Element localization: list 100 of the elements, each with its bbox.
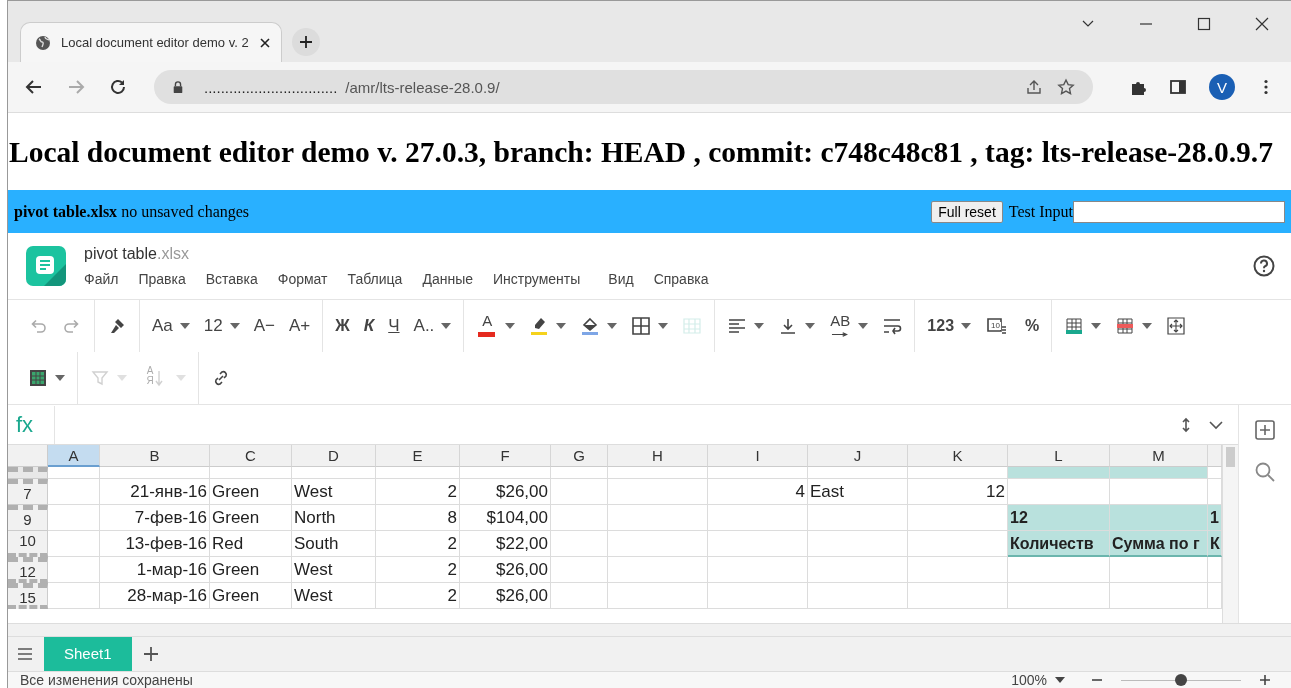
menu-item[interactable]: Правка [138, 271, 186, 287]
lock-icon [172, 81, 184, 93]
caret-icon[interactable] [607, 323, 618, 329]
zoom-dropdown[interactable]: 100% [1011, 672, 1065, 688]
row-header[interactable]: 9 [8, 505, 48, 531]
arrow-icon [831, 332, 849, 337]
row-header[interactable]: 12 [8, 557, 48, 583]
toolbar-button[interactable]: Ж [332, 311, 353, 341]
table-cell: 4 [708, 479, 808, 505]
merge-cells-icon [682, 316, 703, 336]
caret-icon[interactable] [1142, 323, 1153, 329]
column-header[interactable]: D [292, 445, 376, 467]
caret-icon[interactable] [858, 323, 869, 329]
column-header[interactable]: B [100, 445, 210, 467]
zoom-in-icon[interactable] [1259, 674, 1271, 686]
toolbar-button[interactable]: AB [826, 311, 872, 341]
caret-icon[interactable] [805, 323, 816, 329]
avatar[interactable]: V [1209, 74, 1235, 100]
full-reset-button[interactable]: Full reset [931, 200, 1003, 223]
caret-icon[interactable] [961, 323, 972, 329]
menu-item[interactable]: Данные [422, 271, 473, 287]
toolbar-button[interactable]: 123 [924, 311, 975, 341]
horizontal-scrollbar[interactable] [8, 623, 1291, 637]
color-bar-icon [478, 332, 496, 337]
column-header[interactable]: J [808, 445, 908, 467]
menu-item[interactable]: Инструменты [493, 271, 581, 287]
spreadsheet-logo-icon [26, 246, 66, 286]
toolbar-button[interactable]: К [360, 311, 378, 341]
side-panel-icon[interactable] [1169, 78, 1187, 96]
browser-tab[interactable]: Local document editor demo v. 2 [20, 22, 282, 62]
test-input-field[interactable] [1073, 200, 1285, 223]
help-icon[interactable] [1253, 255, 1275, 277]
table-cell [48, 467, 100, 479]
toolbar-button[interactable]: A− [250, 311, 278, 341]
toolbar-button[interactable]: Aa [149, 311, 193, 341]
scrollbar-thumb[interactable] [1226, 447, 1235, 467]
toolbar-button[interactable]: Ч [385, 311, 403, 341]
menu-icon[interactable] [16, 645, 34, 663]
search-icon[interactable] [1254, 461, 1276, 483]
column-header[interactable]: L [1008, 445, 1110, 467]
column-header[interactable]: K [908, 445, 1008, 467]
toolbar-button[interactable]: A.. [410, 311, 455, 341]
column-header[interactable]: G [551, 445, 608, 467]
toolbar-button[interactable]: 10 [982, 311, 1015, 341]
toolbar-button[interactable]: 12 [200, 311, 243, 341]
menu-item[interactable]: Вид [608, 271, 634, 287]
caret-icon[interactable] [441, 323, 452, 329]
toolbar-button[interactable]: % [1022, 311, 1043, 341]
menu-item[interactable]: Вставка [205, 271, 258, 287]
caret-icon[interactable] [754, 323, 765, 329]
add-sheet-icon[interactable] [141, 645, 160, 663]
column-header[interactable]: I [708, 445, 808, 467]
column-header[interactable]: F [460, 445, 551, 467]
row-header[interactable]: 10 [8, 531, 48, 557]
fill-bucket-icon [580, 316, 601, 336]
address-field[interactable]: ................................ /amr/lts-release-28.0.9/ [154, 70, 1093, 104]
file-extension: .xlsx [156, 245, 189, 262]
table-cell [551, 479, 608, 505]
caret-icon[interactable] [1091, 323, 1102, 329]
row-header[interactable]: 7 [8, 479, 48, 505]
column-header[interactable]: C [210, 445, 292, 467]
caret-icon[interactable] [179, 323, 190, 329]
menu-item[interactable]: Справка [653, 271, 709, 287]
table-cell: East [808, 479, 908, 505]
menu-item[interactable]: Формат [277, 271, 328, 287]
toolbar-button[interactable]: A+ [286, 311, 314, 341]
caret-icon[interactable] [505, 323, 516, 329]
table-cell: 1 [1208, 505, 1222, 531]
caret-icon[interactable] [556, 323, 567, 329]
share-icon[interactable] [1025, 78, 1043, 96]
table-cell: 1-мар-16 [100, 557, 210, 583]
bill-icon [987, 316, 1008, 336]
maximize-icon[interactable] [1197, 17, 1211, 31]
column-header[interactable]: E [376, 445, 460, 467]
row-header[interactable]: 15 [8, 583, 48, 609]
new-tab-button[interactable] [291, 28, 320, 56]
table-cell: Green [210, 479, 292, 505]
table-cell: 21-янв-16 [100, 479, 210, 505]
column-header[interactable]: H [608, 445, 708, 467]
table-cell [551, 505, 608, 531]
table-cell: North [292, 505, 376, 531]
add-box-icon[interactable] [1254, 419, 1276, 441]
menu-item[interactable]: Файл [84, 271, 119, 287]
toolbar-button[interactable]: A [473, 311, 519, 341]
close-icon[interactable] [258, 36, 271, 49]
column-header[interactable]: A [48, 445, 100, 467]
caret-icon[interactable] [229, 323, 240, 329]
reload-icon[interactable] [108, 77, 128, 97]
zoom-slider-thumb[interactable] [1175, 673, 1187, 686]
table-cell [48, 505, 100, 531]
vertical-scrollbar[interactable] [1222, 445, 1238, 623]
table-cell [48, 479, 100, 505]
close-icon[interactable] [1255, 17, 1269, 31]
caret-icon [1055, 677, 1065, 683]
caret-icon[interactable] [55, 375, 65, 381]
caret-icon[interactable] [658, 323, 669, 329]
menu-item[interactable]: Таблица [347, 271, 403, 287]
star-icon[interactable] [1057, 78, 1075, 96]
borders-icon [631, 316, 652, 336]
column-header[interactable]: M [1110, 445, 1208, 467]
